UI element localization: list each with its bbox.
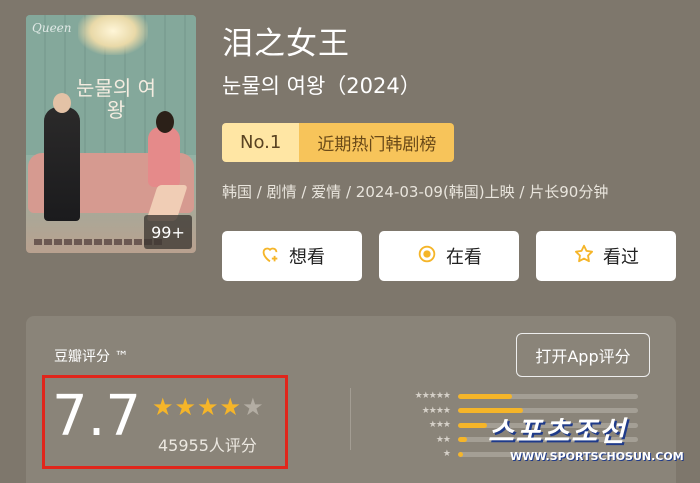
- distribution-bar-fill: [458, 393, 512, 399]
- distribution-bar-fill: [458, 451, 464, 457]
- poster-actress-figure: [148, 111, 180, 187]
- rating-score: 7.7: [52, 384, 142, 449]
- star-empty-icon: ★: [242, 393, 264, 421]
- star-outline-icon: [573, 243, 595, 270]
- douban-rating-brand: 豆瓣评分 ™: [54, 349, 129, 365]
- star-filled-icon: ★: [197, 393, 219, 421]
- distribution-stars-icon: ★: [442, 449, 451, 460]
- star-filled-icon: ★: [219, 393, 242, 421]
- rating-divider: [350, 388, 351, 450]
- poster-actor-figure: [44, 93, 80, 221]
- poster-title-text: 눈물의 여왕: [76, 76, 156, 122]
- distribution-bar-fill: [458, 437, 467, 443]
- photo-count-badge[interactable]: 99+: [144, 215, 192, 249]
- want-to-watch-label: 想看: [289, 247, 325, 268]
- poster-script-text: Queen: [32, 21, 72, 35]
- watermark-url: WWW.SPORTSCHOSUN.COM: [510, 450, 684, 463]
- ranking-badge[interactable]: No.1 近期热门韩剧榜: [222, 123, 455, 162]
- heart-plus-icon: [259, 243, 281, 270]
- watermark-logo: 스포츠조선 WWW.SPORTSCHOSUN.COM: [488, 410, 684, 466]
- watermark-korean: 스포츠조선: [488, 415, 627, 448]
- watched-label: 看过: [603, 247, 639, 268]
- movie-meta-info: 韩国 / 剧情 / 爱情 / 2024-03-09(韩国)上映 / 片长90分钟: [222, 183, 609, 201]
- rank-number: No.1: [222, 123, 300, 162]
- poster-image[interactable]: Queen 눈물의 여왕 99+: [26, 15, 196, 253]
- page-title: 泪之女王: [222, 26, 350, 62]
- open-app-rate-button[interactable]: 打开App评分: [516, 333, 650, 377]
- distribution-bar: [458, 393, 638, 399]
- target-circle-icon: [416, 243, 438, 270]
- watched-button[interactable]: 看过: [536, 231, 676, 281]
- distribution-stars-icon: ★★: [435, 434, 451, 445]
- distribution-stars-icon: ★★★: [428, 420, 451, 431]
- watching-label: 在看: [446, 247, 482, 268]
- rating-count[interactable]: 45955人评分: [158, 432, 257, 456]
- distribution-stars-icon: ★★★★: [421, 405, 451, 416]
- star-filled-icon: ★: [174, 393, 197, 421]
- distribution-stars-icon: ★★★★★: [414, 391, 451, 402]
- chandelier-graphic: [78, 15, 148, 55]
- rating-stars: ★ ★ ★ ★ ★: [152, 395, 264, 419]
- distribution-bar-fill: [458, 422, 487, 428]
- rank-label: 近期热门韩剧榜: [299, 123, 455, 162]
- watching-button[interactable]: 在看: [379, 231, 519, 281]
- distribution-row-5: ★★★★★: [398, 389, 638, 404]
- star-filled-icon: ★: [152, 393, 174, 421]
- original-title: 눈물의 여왕（2024）: [222, 74, 421, 98]
- want-to-watch-button[interactable]: 想看: [222, 231, 362, 281]
